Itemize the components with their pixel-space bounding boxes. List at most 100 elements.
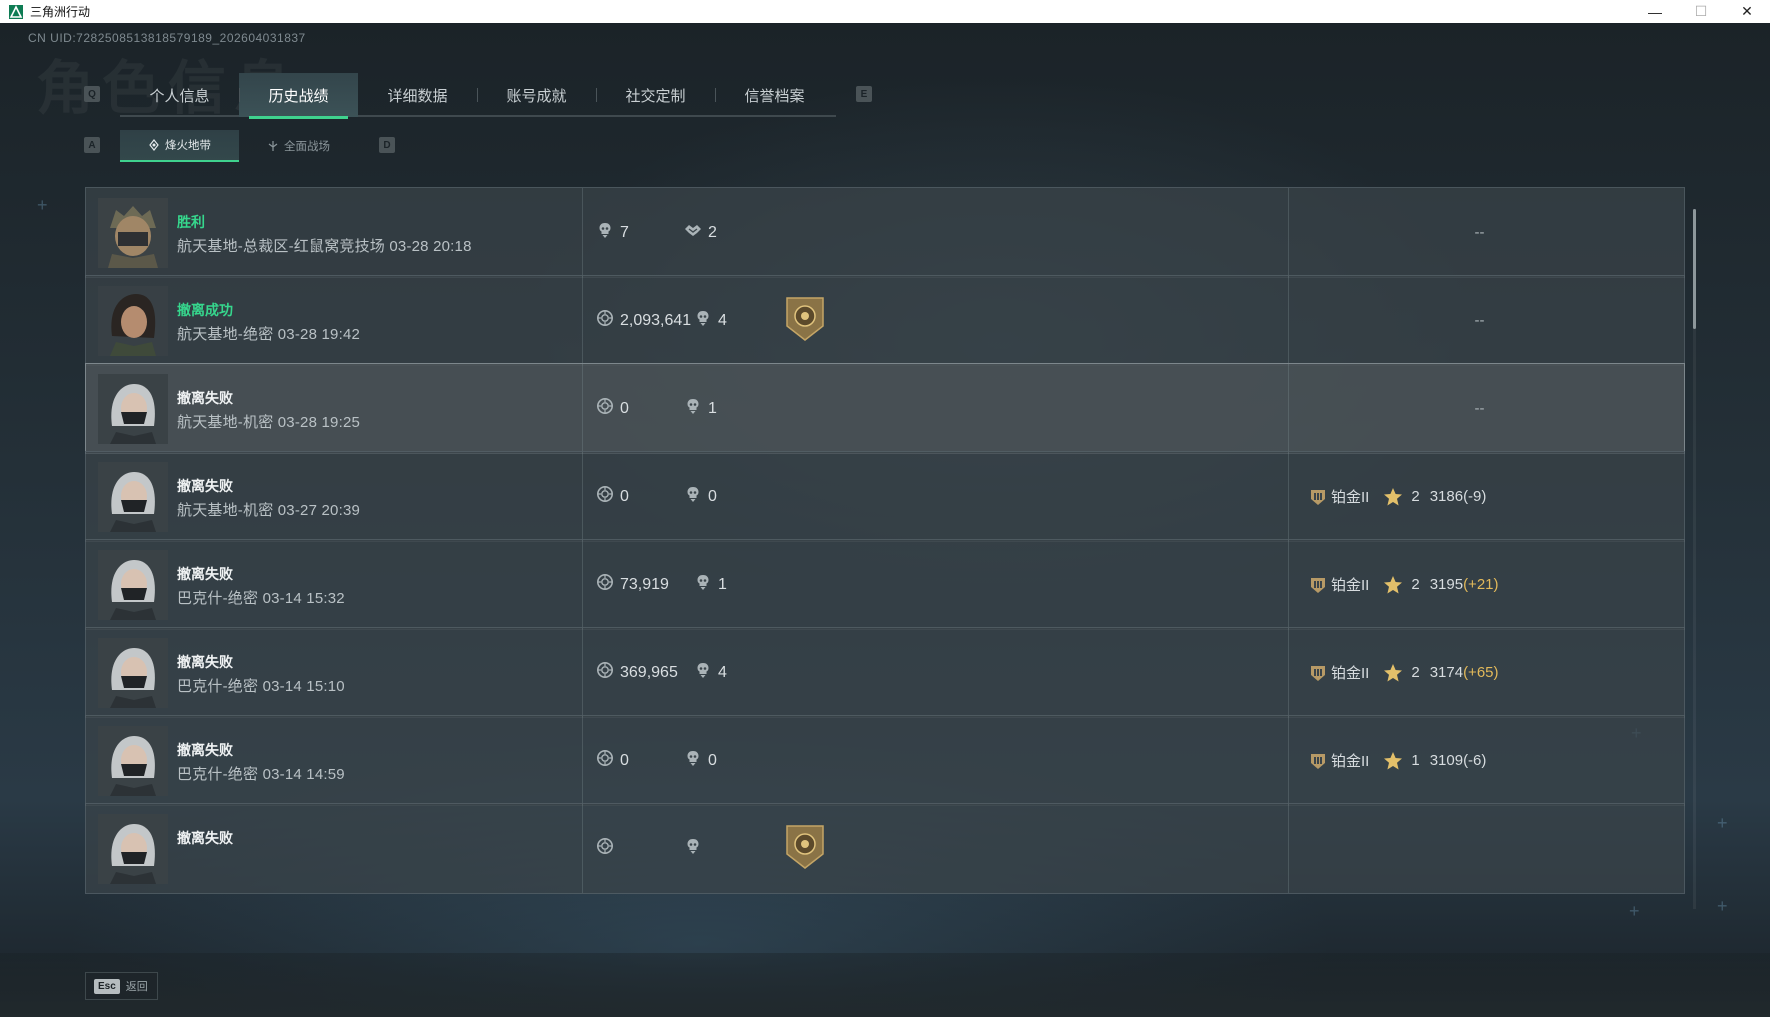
stat-value: 4 [718,311,727,329]
match-row[interactable]: 胜利 航天基地-总裁区-红鼠窝竞技场 03-28 20:18 7 2 -- [85,187,1685,278]
maximize-button[interactable]: ☐ [1678,0,1724,23]
subtab-operations[interactable]: 烽火地带 [120,130,239,162]
star-icon [1383,663,1403,683]
rank-name: 铂金II [1331,665,1370,682]
stat-value: 4 [718,663,727,681]
subtab-label: 烽火地带 [165,140,211,152]
subtab-label: 全面战场 [284,141,330,153]
stat-secondary: 0 [684,452,717,541]
rank-tier-icon [1308,751,1328,771]
stat-value: 369,965 [620,663,678,681]
star-icon [1383,575,1403,595]
rank-change: 铂金II 1 3109 (-6) [1308,716,1486,805]
minimize-button[interactable]: — [1632,0,1678,23]
tab-next-key[interactable]: E [856,86,872,102]
rank-stars: 2 [1411,488,1420,505]
tab-label: 社交定制 [625,87,686,105]
stat-secondary: 0 [684,716,717,805]
rank-info: -- [1289,276,1684,365]
stat-primary: 369,965 [596,628,678,717]
coin-icon [596,397,614,420]
tab-label: 历史战绩 [268,87,329,105]
coin-icon [596,749,614,772]
match-row[interactable]: 撤离失败 巴克什-绝密 03-14 15:10 369,965 4 铂金II 2 3174(… [85,627,1685,718]
close-button[interactable]: ✕ [1724,0,1770,23]
match-info: 撤离失败 巴克什-绝密 03-14 14:59 [86,716,583,805]
match-row[interactable]: 撤离失败 [85,803,1685,894]
match-stats [583,804,1289,893]
stat-primary [596,804,620,893]
window-titlebar: 三角洲行动 — ☐ ✕ [0,0,1770,23]
match-result: 撤离失败 [177,390,233,406]
extraction-badge-icon[interactable] [785,824,825,870]
rank-info: 铂金II 2 3195 (+21) [1289,540,1684,629]
match-row[interactable]: 撤离失败 巴克什-绝密 03-14 14:59 0 0 铂金II 1 3109 (-6) [85,715,1685,806]
stat-secondary [684,804,708,893]
stat-value: 0 [620,487,629,505]
stat-value: 0 [708,751,717,769]
stat-value: 0 [620,751,629,769]
match-row[interactable]: 撤离失败航天基地-机密 03-28 19:25 0 1 -- [85,363,1685,454]
kill-icon [684,749,702,772]
rank-tier-icon [1308,575,1328,595]
game-viewport: 角色信息 CN UID:7282508513818579189_20260403… [0,23,1770,1017]
decor-plus-icon: + [1717,813,1728,833]
esc-key: Esc [94,978,120,994]
match-result: 撤离失败 [177,742,233,758]
match-result: 撤离失败 [177,654,233,670]
match-row[interactable]: 撤离成功航天基地-绝密 03-28 19:42 2,093,641 4 -- [85,275,1685,366]
match-info: 撤离失败航天基地-机密 03-28 19:25 [86,364,583,453]
rank-info: 铂金II 2 3186 (-9) [1289,452,1684,541]
tab-0[interactable]: 个人信息 [120,73,239,117]
subtab-prev-key[interactable]: A [84,137,100,153]
match-info: 撤离失败 [86,804,583,893]
subtab-warfare[interactable]: 全面战场 [239,130,358,162]
stat-value: 7 [620,223,629,241]
rank-change: 铂金II 2 3186 (-9) [1308,452,1486,541]
rank-name: 铂金II [1331,489,1370,506]
match-row[interactable]: 撤离失败 航天基地-机密 03-27 20:39 0 0 铂金II 2 3186 (-9) [85,451,1685,542]
stat-secondary: 4 [694,628,727,717]
stat-secondary: 1 [684,364,717,453]
operator-avatar [98,462,168,532]
rank-stars: 1 [1411,752,1420,769]
operator-avatar [98,198,168,268]
match-result: 胜利 [177,214,205,230]
kill-icon [684,397,702,420]
match-history-list[interactable]: 胜利 航天基地-总裁区-红鼠窝竞技场 03-28 20:18 7 2 -- 撤离成功 航天基… [85,187,1685,917]
tab-prev-key[interactable]: Q [84,86,100,102]
tab-2[interactable]: 详细数据 [358,73,477,117]
match-result: 撤离失败 [177,830,233,846]
stat-value: 73,919 [620,575,669,593]
kill-icon [596,221,614,244]
rank-info [1289,804,1684,893]
stat-primary: 0 [596,364,629,453]
match-stats: 72 [583,188,1289,277]
back-button[interactable]: Esc 返回 [85,972,158,1000]
tab-5[interactable]: 信誉档案 [715,73,834,117]
tab-1[interactable]: 历史战绩 [239,73,358,119]
tab-4[interactable]: 社交定制 [596,73,715,117]
match-map-time: 航天基地-机密 03-28 19:25 [177,414,361,431]
subtab-next-key[interactable]: D [379,137,395,153]
rank-score: 3174 [1429,664,1464,681]
operator-avatar [98,286,168,356]
tab-3[interactable]: 账号成就 [477,73,596,117]
match-map-time: 巴克什-绝密 03-14 15:32 [177,590,345,607]
stat-value: 2,093,641 [620,311,692,329]
operator-avatar [98,374,168,444]
scrollbar-thumb[interactable] [1693,209,1696,329]
match-row[interactable]: 撤离失败 巴克什-绝密 03-14 15:32 73,919 1 铂金II 2 3195 (+… [85,539,1685,630]
coin-icon [596,837,614,860]
match-map-time: 巴克什-绝密 03-14 15:10 [177,678,345,695]
match-result: 撤离成功 [177,302,233,318]
rank-stars: 2 [1411,664,1420,681]
match-map-time: 航天基地-绝密 03-28 19:42 [177,326,361,343]
stat-value: 0 [620,399,629,417]
match-result: 撤离失败 [177,478,233,494]
rank-delta: (-6) [1463,752,1487,769]
stat-secondary: 2 [684,188,717,277]
tab-label: 账号成就 [506,87,567,105]
rank-empty: -- [1474,400,1485,417]
extraction-badge-icon[interactable] [785,296,825,342]
